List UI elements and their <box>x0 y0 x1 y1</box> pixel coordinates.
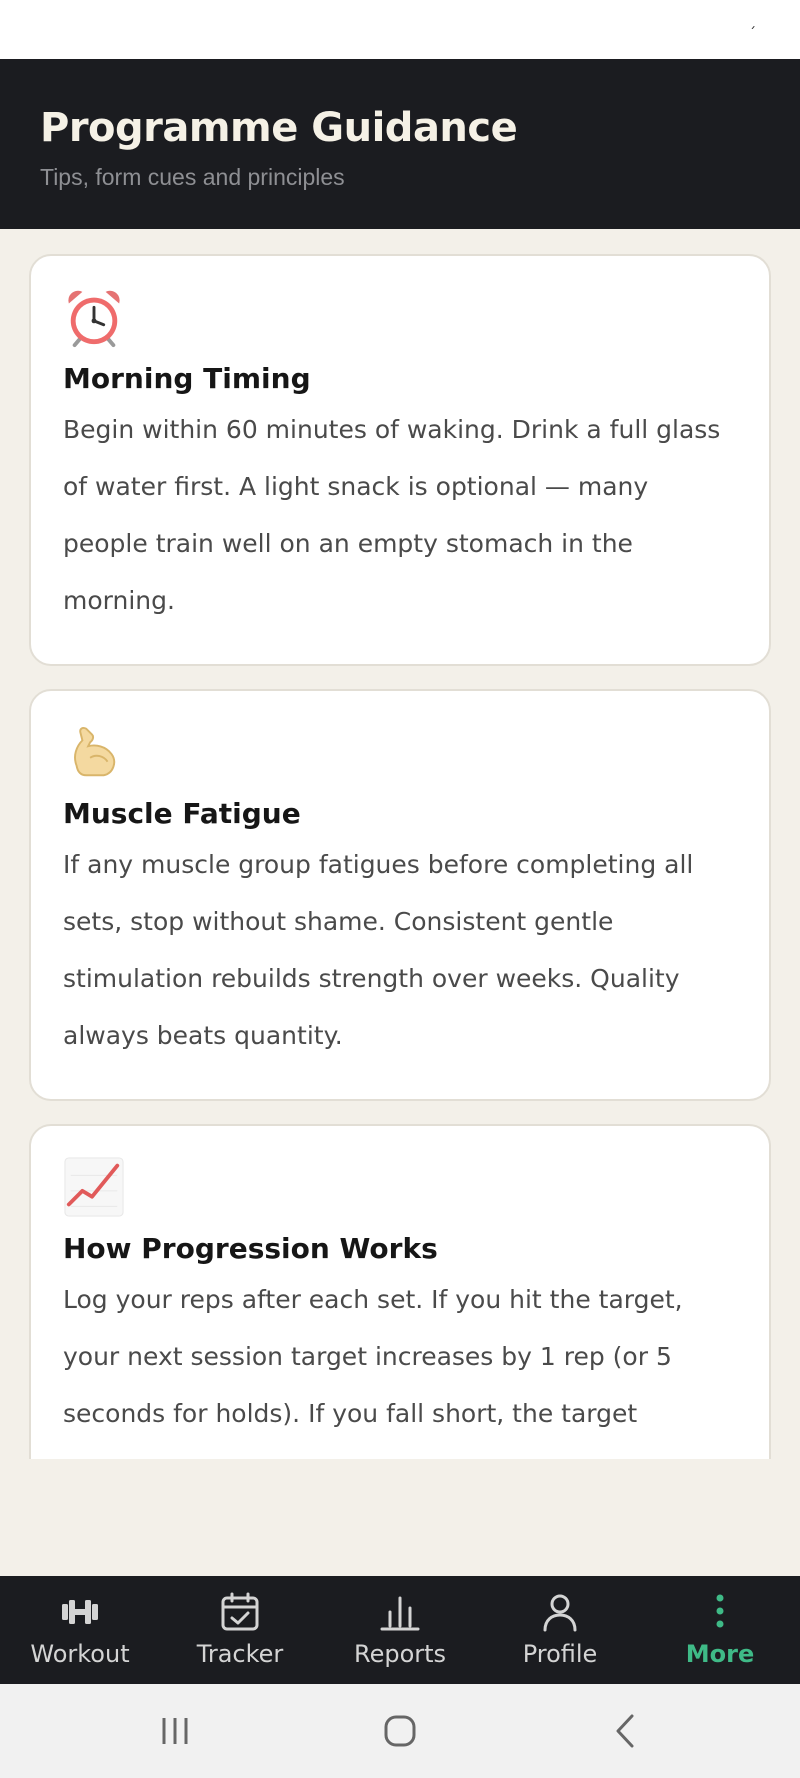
card-text: Begin within 60 minutes of waking. Drink… <box>63 415 721 615</box>
dumbbell-icon <box>62 1600 98 1624</box>
guidance-card-morning-timing: Morning Timing Begin within 60 minutes o… <box>29 254 771 666</box>
nav-item-reports[interactable]: Reports <box>320 1576 480 1684</box>
page-subtitle: Tips, form cues and principles <box>40 164 345 190</box>
nav-item-more[interactable]: More <box>640 1576 800 1684</box>
card-title: Muscle Fatigue <box>63 797 301 830</box>
alarm-clock-icon <box>68 290 120 348</box>
nav-label-workout: Workout <box>30 1640 130 1668</box>
system-navigation-bar <box>0 1684 800 1778</box>
person-icon <box>543 1594 577 1632</box>
card-title: Morning Timing <box>63 362 311 395</box>
nav-item-profile[interactable]: Profile <box>480 1576 640 1684</box>
status-indicator: ´ <box>749 26 756 42</box>
guidance-list[interactable]: Morning Timing Begin within 60 minutes o… <box>0 229 800 1459</box>
chart-increasing-icon <box>64 1157 124 1217</box>
more-vertical-icon <box>716 1594 724 1628</box>
card-text: Log your reps after each set. If you hit… <box>63 1285 683 1428</box>
nav-item-workout[interactable]: Workout <box>0 1576 160 1684</box>
bar-chart-icon <box>380 1596 420 1631</box>
nav-label-profile: Profile <box>522 1640 598 1668</box>
guidance-card-muscle-fatigue: Muscle Fatigue If any muscle group fatig… <box>29 689 771 1101</box>
page-header: Programme Guidance Tips, form cues and p… <box>0 59 800 229</box>
page-title: Programme Guidance <box>40 105 518 151</box>
recent-apps-icon[interactable] <box>150 1706 200 1756</box>
card-title: How Progression Works <box>63 1232 438 1265</box>
status-bar: ´ <box>0 0 800 59</box>
nav-label-reports: Reports <box>353 1640 447 1668</box>
nav-item-tracker[interactable]: Tracker <box>160 1576 320 1684</box>
nav-label-more: More <box>685 1640 755 1668</box>
guidance-card-progression: How Progression Works Log your reps afte… <box>29 1124 771 1459</box>
calendar-check-icon <box>221 1592 259 1631</box>
bottom-nav: Workout Tracker Reports Profile More <box>0 1576 800 1684</box>
nav-label-tracker: Tracker <box>196 1640 284 1668</box>
back-icon[interactable] <box>600 1706 650 1756</box>
card-text: If any muscle group fatigues before comp… <box>63 850 694 1050</box>
flexed-biceps-icon <box>74 727 116 777</box>
home-icon[interactable] <box>375 1706 425 1756</box>
